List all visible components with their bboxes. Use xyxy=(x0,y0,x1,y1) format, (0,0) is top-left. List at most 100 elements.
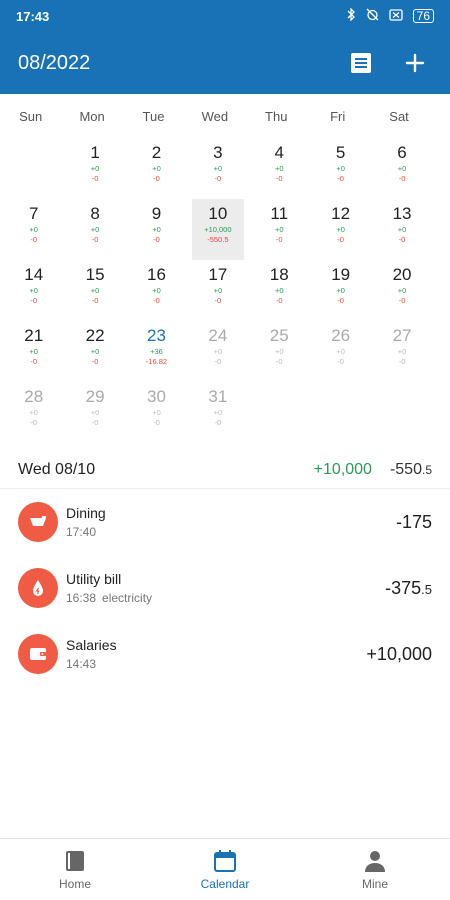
month-title[interactable]: 08/2022 xyxy=(18,52,324,75)
day-expense: -0 xyxy=(91,357,99,366)
day-expense: -0 xyxy=(153,174,160,183)
calendar-day[interactable]: 5 +0 -0 xyxy=(310,138,371,199)
day-expense: -0 xyxy=(398,174,406,183)
calendar-day[interactable]: 20 +0 -0 xyxy=(371,260,432,321)
day-expense: -550.5 xyxy=(207,235,229,244)
calendar-day[interactable]: 26 +0 -0 xyxy=(310,321,371,382)
transaction-row[interactable]: Salaries 14:43 +10,000 xyxy=(0,621,450,687)
transaction-amount: +10,000 xyxy=(366,644,432,665)
calendar-day-today[interactable]: 23 +36 -16.82 xyxy=(126,321,187,382)
calendar-day[interactable]: 16 +0 -0 xyxy=(126,260,187,321)
calendar-day[interactable]: 29 +0 -0 xyxy=(64,382,125,443)
transaction-meta: 17:40 xyxy=(66,525,396,539)
day-expense: -0 xyxy=(337,174,344,183)
transaction-time: 16:38 xyxy=(66,591,97,605)
day-income: +0 xyxy=(152,286,161,295)
day-income: +0 xyxy=(29,286,38,295)
weekday-wed: Wed xyxy=(201,108,229,124)
calendar-day[interactable]: 17 +0 -0 xyxy=(187,260,248,321)
calendar-day[interactable]: 8 +0 -0 xyxy=(64,199,125,260)
calendar-day-selected[interactable]: 10 +10,000 -550.5 xyxy=(191,199,244,260)
alarm-off-icon xyxy=(366,8,379,24)
calendar-day[interactable]: 30 +0 -0 xyxy=(126,382,187,443)
calendar-day[interactable]: 11 +0 -0 xyxy=(249,199,310,260)
day-income: +0 xyxy=(29,225,38,234)
calendar-day[interactable]: 22 +0 -0 xyxy=(64,321,125,382)
nav-home[interactable]: Home xyxy=(0,839,150,900)
status-icons: 76 xyxy=(346,7,434,24)
day-number: 13 xyxy=(392,204,412,223)
calendar-day[interactable]: 1 +0 -0 xyxy=(64,138,125,199)
nav-calendar[interactable]: Calendar xyxy=(150,839,300,900)
day-income: +0 xyxy=(397,347,407,356)
day-number: 15 xyxy=(85,265,105,284)
calendar-day[interactable]: 19 +0 -0 xyxy=(310,260,371,321)
status-bar: 17:43 76 xyxy=(0,0,450,32)
day-income: +0 xyxy=(90,225,100,234)
day-number: 17 xyxy=(208,265,228,284)
calendar-day[interactable]: 25 +0 -0 xyxy=(249,321,310,382)
transaction-row[interactable]: Utility bill 16:38 electricity -375.5 xyxy=(0,555,450,621)
day-number: 14 xyxy=(24,265,44,284)
weekday-thu: Thu xyxy=(265,108,288,124)
transaction-row[interactable]: Dining 17:40 -175 xyxy=(0,489,450,555)
day-income: +0 xyxy=(213,286,223,295)
transaction-amount: -175 xyxy=(396,512,432,533)
dining-icon xyxy=(18,502,58,542)
calendar-day[interactable]: 24 +0 -0 xyxy=(187,321,248,382)
day-number: 29 xyxy=(85,387,105,406)
day-number: 24 xyxy=(208,326,228,345)
day-number: 16 xyxy=(147,265,166,284)
day-income: +10,000 xyxy=(204,225,232,234)
app-root: 17:43 76 08/2022 Sun Mon Tue Wed Thu Fri… xyxy=(0,0,450,900)
day-expense: -0 xyxy=(91,174,99,183)
day-expense: -0 xyxy=(91,296,99,305)
add-button[interactable] xyxy=(398,46,432,80)
calendar-day[interactable]: 28 +0 -0 xyxy=(3,382,64,443)
transaction-meta: 16:38 electricity xyxy=(66,591,385,605)
book-icon xyxy=(66,850,84,871)
calendar-day[interactable]: 7 +0 -0 xyxy=(3,199,64,260)
day-number: 7 xyxy=(28,204,39,223)
day-number: 26 xyxy=(331,326,351,345)
calendar-day[interactable]: 18 +0 -0 xyxy=(249,260,310,321)
day-expense: -0 xyxy=(398,357,406,366)
calendar-day[interactable]: 9 +0 -0 xyxy=(126,199,187,260)
battery-icon: 76 xyxy=(412,9,434,23)
calendar-day[interactable]: 15 +0 -0 xyxy=(64,260,125,321)
day-number: 31 xyxy=(208,387,228,406)
calendar-day[interactable]: 21 +0 -0 xyxy=(3,321,64,382)
calendar-day[interactable]: 4 +0 -0 xyxy=(249,138,310,199)
day-expense: -0 xyxy=(275,174,283,183)
day-number: 28 xyxy=(24,387,44,406)
calendar-day[interactable]: 14 +0 -0 xyxy=(3,260,64,321)
calendar-day[interactable]: 12 +0 -0 xyxy=(310,199,371,260)
day-income: +0 xyxy=(29,408,38,417)
calendar-day[interactable]: 27 +0 -0 xyxy=(371,321,432,382)
day-income: +0 xyxy=(274,347,284,356)
day-expense: -0 xyxy=(275,296,283,305)
day-income: +0 xyxy=(336,225,345,234)
transaction-list: Dining 17:40 -175 Utility bill 16:38 elec… xyxy=(0,489,450,687)
calendar-day[interactable]: 2 +0 -0 xyxy=(126,138,187,199)
transaction-info: Salaries 14:43 xyxy=(66,637,366,671)
nav-mine[interactable]: Mine xyxy=(300,839,450,900)
day-expense: -0 xyxy=(30,296,38,305)
day-number: 8 xyxy=(90,204,100,223)
calendar-day[interactable]: 3 +0 -0 xyxy=(187,138,248,199)
calendar-day[interactable]: 6 +0 -0 xyxy=(371,138,432,199)
calendar-day[interactable]: 13 +0 -0 xyxy=(371,199,432,260)
day-number: 30 xyxy=(147,387,166,406)
transaction-name: Salaries xyxy=(66,637,117,653)
weekday-tue: Tue xyxy=(142,108,165,124)
transaction-note: electricity xyxy=(102,591,153,605)
nav-mine-label: Mine xyxy=(361,876,388,891)
list-view-button[interactable] xyxy=(344,46,378,80)
weekday-mon: Mon xyxy=(79,108,105,124)
wallet-icon xyxy=(18,634,58,674)
day-income: +0 xyxy=(397,164,407,173)
calendar-day[interactable]: 31 +0 -0 xyxy=(187,382,248,443)
status-time: 17:43 xyxy=(16,8,50,24)
transaction-info: Utility bill 16:38 electricity xyxy=(66,571,385,605)
day-number: 6 xyxy=(397,143,407,162)
